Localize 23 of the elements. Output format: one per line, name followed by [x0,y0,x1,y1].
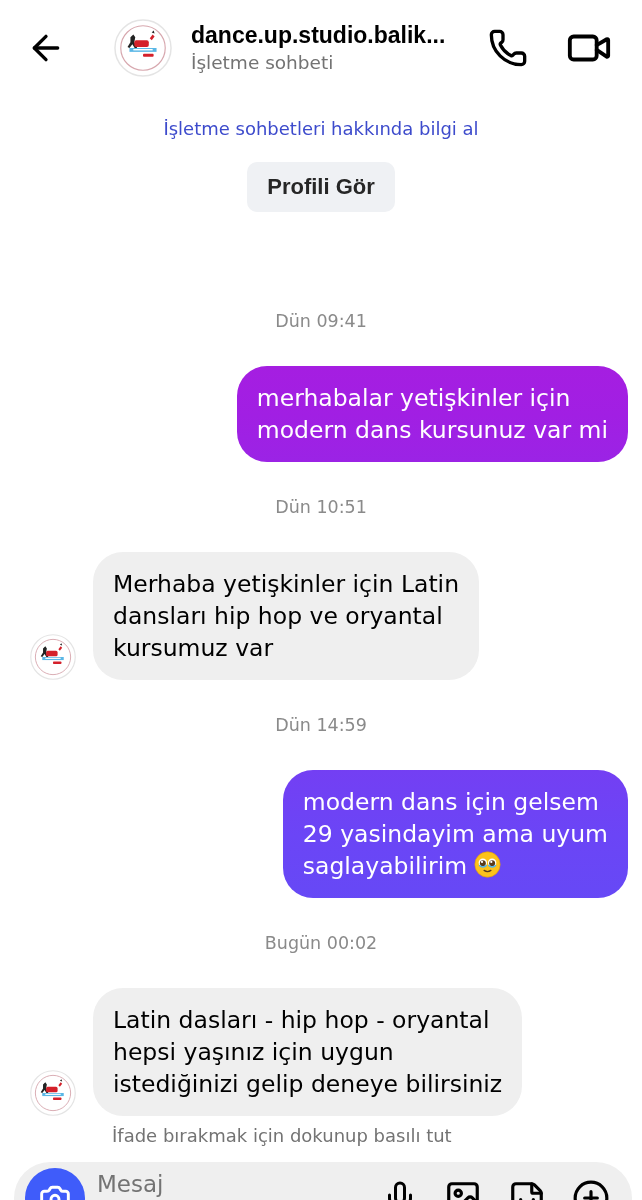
message-text: Merhaba yetişkinler için Latin dansları hip hop ve oryantal kursumuz var [113,569,460,664]
received-message-bubble[interactable]: Latin dasları - hip hop - oryantal hepsi yaşınız için uygun istediğinizi gelip deneye bilirsiniz [93,988,523,1116]
chat-subtitle: İşletme sohbeti [191,52,335,74]
studio-logo-avatar-icon [30,1070,76,1116]
chat-title[interactable]: dance.up.studio.balik... [191,22,446,49]
message-timestamp: Dün 14:59 [275,715,367,735]
studio-logo-avatar-icon [30,634,76,680]
phone-icon [488,28,528,68]
message-text: modern dans için gelsem 29 yasindayim ama uyum saglayabilirim [302,787,608,882]
message-text: merhabalar yetişkinler için modern dans kursunuz var mi [256,383,608,446]
received-message-bubble[interactable]: Merhaba yetişkinler için Latin dansları hip hop ve oryantal kursumuz var [93,552,480,680]
view-profile-button[interactable]: Profili Gör [247,162,395,212]
message-timestamp: Bugün 00:02 [264,933,378,953]
reaction-hint: İfade bırakmak için dokunup basılı tut [112,1126,453,1146]
message-timestamp: Dün 10:51 [275,497,367,517]
message-text: Latin dasları - hip hop - oryantal hepsi yaşınız için uygun istediğinizi gelip deneye bilirsiniz [113,1005,503,1100]
studio-logo-avatar-icon [114,19,172,77]
info-link[interactable]: İşletme sohbetleri hakkında bilgi al [163,117,479,141]
sent-message-bubble[interactable]: modern dans için gelsem 29 yasindayim ama uyum saglayabilirim [282,770,628,898]
message-input[interactable]: Mesaj [97,1171,382,1198]
sent-message-bubble[interactable]: merhabalar yetişkinler için modern dans kursunuz var mi [236,366,628,462]
message-timestamp: Dün 09:41 [275,311,367,331]
call-button[interactable] [488,28,528,68]
